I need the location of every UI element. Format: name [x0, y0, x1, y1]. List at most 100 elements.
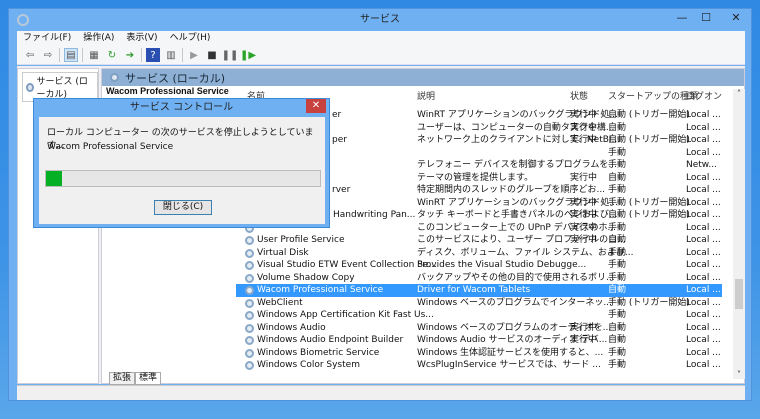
- service-row[interactable]: Virtual Disk ディスク、ボリューム、ファイル システム、および... 手…: [236, 247, 722, 260]
- service-status: 実行中: [570, 210, 598, 220]
- service-icon: [245, 248, 254, 258]
- service-startup-type: 自動: [608, 172, 627, 183]
- service-logon: Local ...: [686, 210, 721, 220]
- vertical-scrollbar[interactable]: ˄ ˅: [733, 89, 745, 379]
- scrollbar-thumb[interactable]: [735, 279, 743, 309]
- service-icon: [245, 348, 254, 358]
- service-startup-type: 自動: [608, 322, 627, 333]
- scroll-up-icon[interactable]: ˄: [733, 89, 745, 98]
- menu-help[interactable]: ヘルプ(H): [164, 31, 217, 46]
- service-status: 実行中: [570, 122, 598, 133]
- tab-extended[interactable]: 拡張: [109, 372, 136, 385]
- pause-service-icon[interactable]: ❚❚: [222, 48, 239, 62]
- service-status: 実行中: [570, 335, 598, 345]
- progress-bar: [45, 170, 321, 187]
- status-bar: [17, 385, 745, 400]
- column-header-logon[interactable]: ログオン: [686, 89, 722, 105]
- service-startup-type: 手動: [608, 272, 627, 283]
- column-header-description[interactable]: 説明: [417, 89, 435, 105]
- minimize-button[interactable]: —: [671, 9, 693, 27]
- close-button[interactable]: ✕: [723, 9, 749, 27]
- maximize-button[interactable]: ☐: [695, 9, 717, 27]
- service-logon: Local ...: [686, 310, 721, 320]
- divider: [141, 48, 142, 62]
- service-name: Windows App Certification Kit Fast Us...: [257, 310, 434, 320]
- refresh-icon[interactable]: ↻: [105, 48, 119, 62]
- service-row[interactable]: Volume Shadow Copy バックアップやその他の目的で使用されるボリ.…: [236, 272, 722, 285]
- properties-icon[interactable]: ▦: [87, 48, 101, 62]
- scroll-down-icon[interactable]: ˅: [733, 370, 745, 379]
- menu-action[interactable]: 操作(A): [77, 31, 120, 46]
- service-startup-type: 手動: [608, 185, 627, 195]
- dialog-body: ローカル コンピューター の次のサービスを停止しようとしています... Waco…: [39, 117, 325, 224]
- service-logon: Local ...: [686, 185, 721, 195]
- service-row[interactable]: Windows Audio Endpoint Builder Windows Au…: [236, 334, 722, 347]
- service-logon: Local ...: [686, 147, 721, 158]
- stop-service-icon[interactable]: ■: [205, 48, 219, 62]
- service-row[interactable]: Windows Audio Windows ベースのプログラムのオーディオを...…: [236, 322, 722, 335]
- service-description: WcsPlugInService サービスでは、サード ...: [417, 360, 601, 370]
- service-icon: [245, 298, 254, 308]
- service-name: Windows Color System: [257, 360, 360, 370]
- service-name: Windows Audio Endpoint Builder: [257, 335, 404, 345]
- action-pane-icon[interactable]: ▥: [164, 48, 178, 62]
- service-description: Windows ベースのプログラムでインターネッ...: [417, 297, 612, 308]
- service-control-dialog: サービス コントロール ✕ ローカル コンピューター の次のサービスを停止しよう…: [33, 98, 330, 228]
- service-logon: Local ...: [686, 235, 721, 245]
- selected-service-name: Wacom Professional Service: [106, 86, 229, 96]
- service-name: Windows Biometric Service: [257, 347, 380, 358]
- export-list-icon[interactable]: ➔: [123, 48, 137, 62]
- service-row[interactable]: User Profile Service このサービスにより、ユーザー プロファイ…: [236, 234, 722, 247]
- service-description: Windows 生体認証サービスを使用すると、...: [417, 347, 604, 358]
- service-status: 実行中: [570, 197, 598, 208]
- service-status: 実行中: [570, 110, 598, 120]
- service-description: ディスク、ボリューム、ファイル システム、および...: [417, 247, 634, 258]
- service-status: 実行中: [570, 222, 598, 233]
- tab-standard[interactable]: 標準: [135, 372, 162, 385]
- start-service-icon[interactable]: ▶: [187, 48, 201, 62]
- service-row[interactable]: Windows App Certification Kit Fast Us...…: [236, 309, 722, 322]
- divider: [82, 48, 83, 62]
- service-status: 実行中: [570, 172, 598, 183]
- show-hide-tree-icon[interactable]: ▤: [64, 48, 78, 62]
- service-row[interactable]: WebClient Windows ベースのプログラムでインターネッ... 手動 (…: [236, 297, 722, 310]
- column-header-startup-type[interactable]: スタートアップの種類: [608, 89, 698, 105]
- column-header-status[interactable]: 状態: [570, 89, 588, 105]
- service-startup-type: 手動: [608, 360, 627, 370]
- restart-service-icon[interactable]: ❚▶: [240, 48, 256, 62]
- details-header: サービス (ローカル): [102, 69, 744, 86]
- service-icon: [245, 323, 254, 333]
- service-startup-type: 手動: [608, 310, 627, 320]
- service-name: WebClient: [257, 297, 303, 308]
- help-icon[interactable]: ?: [146, 48, 160, 62]
- menu-view[interactable]: 表示(V): [120, 31, 163, 46]
- service-logon: Local ...: [686, 297, 721, 308]
- service-logon: Local ...: [686, 247, 721, 258]
- service-startup-type: 自動: [608, 235, 627, 245]
- service-description: テーマの管理を提供します。: [417, 172, 534, 183]
- service-logon: Local ...: [686, 260, 721, 270]
- service-startup-type: 手動: [608, 147, 627, 158]
- service-startup-type: 自動: [608, 335, 627, 345]
- service-startup-type: 手動: [608, 160, 627, 170]
- service-startup-type: 手動 (トリガー開始): [608, 197, 690, 208]
- back-icon[interactable]: ⇦: [23, 48, 37, 62]
- service-icon: [245, 261, 254, 270]
- service-logon: Local ...: [686, 222, 721, 233]
- divider: [182, 48, 183, 62]
- service-row[interactable]: Windows Biometric Service Windows 生体認証サービ…: [236, 347, 722, 360]
- service-row[interactable]: Wacom Professional Service Driver for Wac…: [236, 284, 722, 297]
- forward-icon[interactable]: ⇨: [41, 48, 55, 62]
- menu-file[interactable]: ファイル(F): [17, 31, 77, 46]
- service-row[interactable]: Visual Studio ETW Event Collection Se...…: [236, 259, 722, 272]
- service-row[interactable]: Windows Color System WcsPlugInService サービ…: [236, 359, 722, 372]
- dialog-close-button[interactable]: ✕: [306, 99, 326, 113]
- close-dialog-button[interactable]: 閉じる(C): [154, 200, 212, 215]
- toolbar: ⇦ ⇨ ▤ ▦ ↻ ➔ ? ▥ ▶ ■ ❚❚ ❚▶: [17, 46, 745, 65]
- service-logon: Local ...: [686, 347, 721, 358]
- service-icon: [245, 273, 254, 283]
- service-description: Provides the Visual Studio Debugge...: [417, 260, 587, 270]
- service-logon: Local ...: [686, 285, 721, 295]
- service-startup-type: 自動 (トリガー開始): [608, 135, 690, 145]
- service-icon: [245, 336, 254, 345]
